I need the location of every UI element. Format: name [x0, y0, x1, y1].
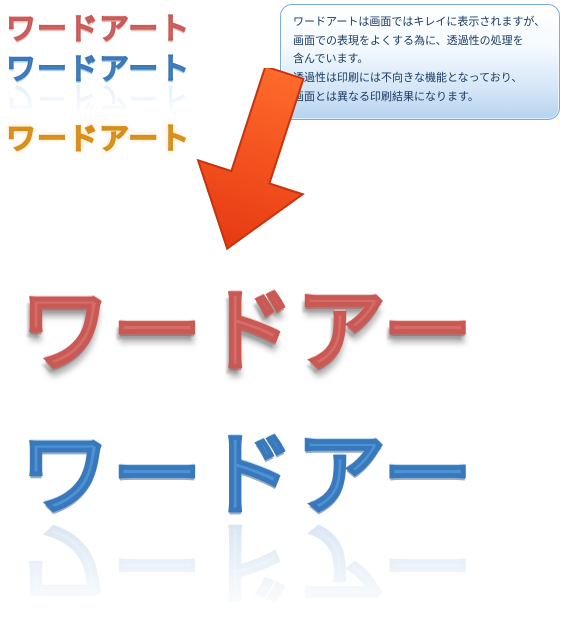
callout-line: ワードアートは画面ではキレイに表示されますが、 [293, 13, 547, 32]
explanation-callout: ワードアートは画面ではキレイに表示されますが、 画面での表現をよくする為に、透過… [280, 4, 560, 120]
callout-line: 透過性は印刷には不向きな機能となっており、 [293, 69, 547, 88]
wordart-print-result-blue-reflection: ワードアー [20, 505, 475, 635]
callout-line: 画面とは異なる印刷結果になります。 [293, 88, 547, 107]
callout-line: 画面での表現をよくする為に、透過性の処理を [293, 32, 547, 51]
wordart-sample-red-small: ワードアート [6, 4, 190, 48]
document-illustration: ワードアート ワードアート ワードアート ワードアート ワードアートは画面ではキ… [0, 0, 566, 583]
wordart-sample-gold-small: ワードアート [6, 114, 190, 158]
callout-line: 含んでいます。 [293, 50, 547, 69]
wordart-print-result-red: ワードアー [20, 258, 475, 388]
